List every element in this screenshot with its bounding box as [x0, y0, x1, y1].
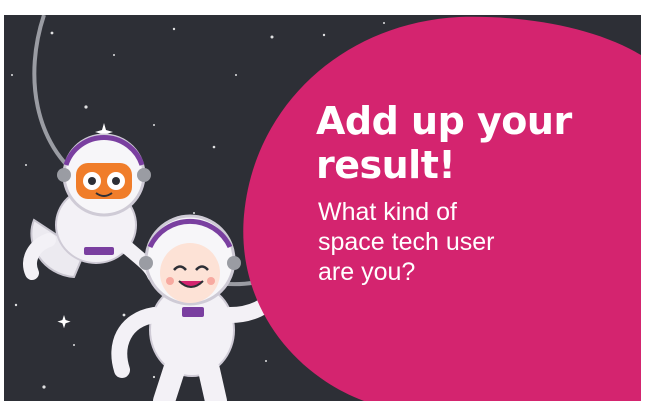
subline-question: What kind of space tech user are you? [318, 198, 495, 286]
promo-card: Add up your result! What kind of space t… [4, 15, 641, 401]
headline-title: Add up your result! [316, 99, 572, 187]
headline-block: Add up your result! What kind of space t… [316, 99, 616, 287]
